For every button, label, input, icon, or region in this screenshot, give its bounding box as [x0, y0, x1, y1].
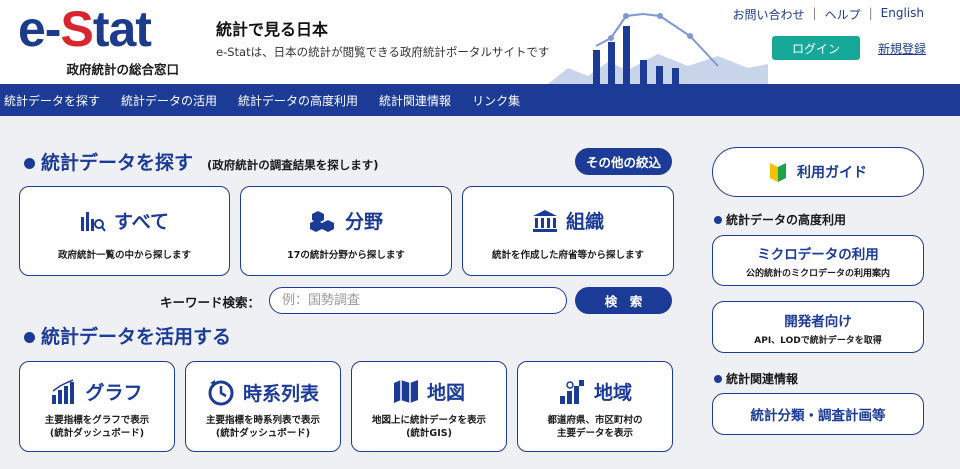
logo-subtitle: 政府統計の総合窓口: [66, 62, 179, 77]
search-card-organization[interactable]: 組織 統計を作成した府省等から探します: [462, 186, 674, 276]
nav-item-links[interactable]: リンク集: [472, 92, 531, 109]
developer-card[interactable]: 開発者向け API、LODで統計データを取得: [712, 301, 924, 353]
nav-item-search[interactable]: 統計データを探す: [4, 92, 111, 109]
microdata-desc: 公的統計のミクロデータの利用案内: [745, 269, 890, 279]
help-link[interactable]: ヘルプ: [825, 6, 861, 23]
bullet-icon: [714, 374, 722, 383]
contact-link[interactable]: お問い合わせ: [733, 6, 805, 23]
card-desc: 都道府県、市区町村の 主要データを表示: [547, 415, 643, 439]
cubes-icon: [309, 210, 334, 232]
card-desc: 地図上に統計データを表示 (統計GIS): [371, 415, 486, 439]
keyword-search-label: キーワード検索：: [160, 295, 261, 310]
usage-guide-label: 利用ガイド: [797, 165, 867, 181]
search-section-heading: 統計データを探す (政府統計の調査結果を探します): [24, 148, 379, 175]
developer-title: 開発者向け: [784, 314, 852, 330]
card-title: 分野: [344, 211, 383, 233]
classification-card[interactable]: 統計分類・調査計画等: [712, 393, 924, 435]
use-card-map[interactable]: 地図 地図上に統計データを表示 (統計GIS): [351, 361, 507, 452]
card-title: 組織: [565, 211, 604, 233]
microdata-title: ミクロデータの利用: [757, 247, 879, 263]
bar-chart-search-icon: [81, 211, 106, 232]
classification-title: 統計分類・調査計画等: [750, 408, 886, 424]
card-title: 地図: [426, 382, 465, 404]
usage-guide-button[interactable]: 利用ガイド: [712, 147, 924, 197]
use-card-timeseries[interactable]: 時系列表 主要指標を時系列表で表示 (統計ダッシュボード): [185, 361, 341, 452]
login-button[interactable]: ログイン: [772, 36, 860, 60]
nav-item-advanced[interactable]: 統計データの高度利用: [238, 92, 369, 109]
card-desc: 主要指標をグラフで表示 (統計ダッシュボード): [44, 415, 150, 439]
map-icon: [393, 379, 418, 403]
search-card-all[interactable]: すべて 政府統計一覧の中から探します: [19, 186, 230, 276]
advanced-use-heading: 統計データの高度利用: [714, 211, 846, 228]
english-link[interactable]: English: [881, 6, 924, 23]
card-desc: 統計を作成した府省等から探します: [491, 250, 644, 261]
signup-link[interactable]: 新規登録: [878, 40, 926, 57]
use-section-heading: 統計データを活用する: [24, 322, 231, 349]
logo-wordmark: e-Stat: [18, 1, 152, 57]
main-nav: 統計データを探す 統計データの活用 統計データの高度利用 統計関連情報 リンク集: [0, 84, 960, 116]
graph-icon: [52, 378, 75, 404]
building-icon: [532, 209, 557, 232]
site-title: 統計で見る日本: [216, 20, 329, 39]
card-title: グラフ: [85, 382, 143, 404]
bullet-icon: [714, 215, 722, 224]
microdata-card[interactable]: ミクロデータの利用 公的統計のミクロデータの利用案内: [712, 235, 924, 286]
site-description: e-Statは、日本の統計が閲覧できる政府統計ポータルサイトです: [216, 45, 550, 59]
card-desc: 主要指標を時系列表で表示 (統計ダッシュボード): [205, 415, 320, 439]
nav-item-related[interactable]: 統計関連情報: [379, 92, 462, 109]
search-button[interactable]: 検 索: [575, 287, 672, 314]
estat-logo[interactable]: e-Stat 政府統計の総合窓口: [18, 1, 183, 77]
bullet-icon: [24, 332, 35, 343]
card-desc: 政府統計一覧の中から探します: [57, 250, 191, 261]
nav-item-use[interactable]: 統計データの活用: [121, 92, 228, 109]
site-header: e-Stat 政府統計の総合窓口 統計で見る日本 e-Statは、日本の統計が閲…: [0, 0, 960, 84]
clock-icon: [208, 380, 234, 406]
region-icon: [559, 379, 584, 404]
bullet-icon: [24, 158, 35, 169]
use-card-region[interactable]: 地域 都道府県、市区町村の 主要データを表示: [517, 361, 673, 452]
card-title: 地域: [593, 382, 632, 404]
card-title: すべて: [114, 211, 169, 233]
use-card-graph[interactable]: グラフ 主要指標をグラフで表示 (統計ダッシュボード): [19, 361, 175, 452]
search-card-field[interactable]: 分野 17の統計分野から探します: [240, 186, 452, 276]
developer-desc: API、LODで統計データを取得: [754, 336, 882, 346]
top-links: お問い合わせ | ヘルプ | English: [732, 6, 924, 23]
beginner-mark-icon: [770, 163, 786, 182]
card-title: 時系列表: [242, 382, 319, 405]
other-filter-button[interactable]: その他の絞込: [575, 148, 672, 175]
related-info-heading: 統計関連情報: [714, 370, 798, 387]
keyword-search-input[interactable]: [269, 287, 567, 314]
card-desc: 17の統計分野から探します: [287, 250, 405, 261]
